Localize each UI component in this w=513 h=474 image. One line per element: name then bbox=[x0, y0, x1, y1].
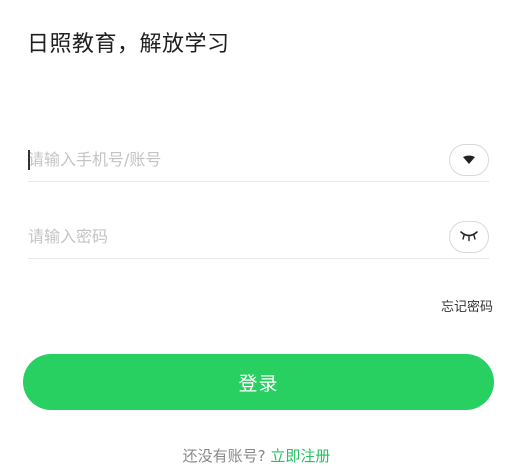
password-field bbox=[28, 215, 489, 259]
register-prompt: 还没有账号? 立即注册 bbox=[0, 445, 513, 466]
password-input[interactable] bbox=[28, 215, 449, 258]
login-button[interactable]: 登录 bbox=[23, 354, 494, 410]
page-title: 日照教育，解放学习 bbox=[27, 32, 230, 57]
forgot-password-link[interactable]: 忘记密码 bbox=[441, 296, 493, 315]
chevron-down-icon bbox=[462, 150, 476, 169]
register-link[interactable]: 立即注册 bbox=[270, 447, 330, 465]
account-field bbox=[28, 138, 489, 182]
password-visibility-toggle[interactable] bbox=[449, 220, 489, 253]
account-dropdown-button[interactable] bbox=[449, 143, 489, 176]
eye-closed-icon bbox=[459, 227, 479, 246]
account-input[interactable] bbox=[28, 138, 449, 181]
text-caret bbox=[28, 150, 30, 170]
no-account-text: 还没有账号? bbox=[182, 447, 266, 465]
